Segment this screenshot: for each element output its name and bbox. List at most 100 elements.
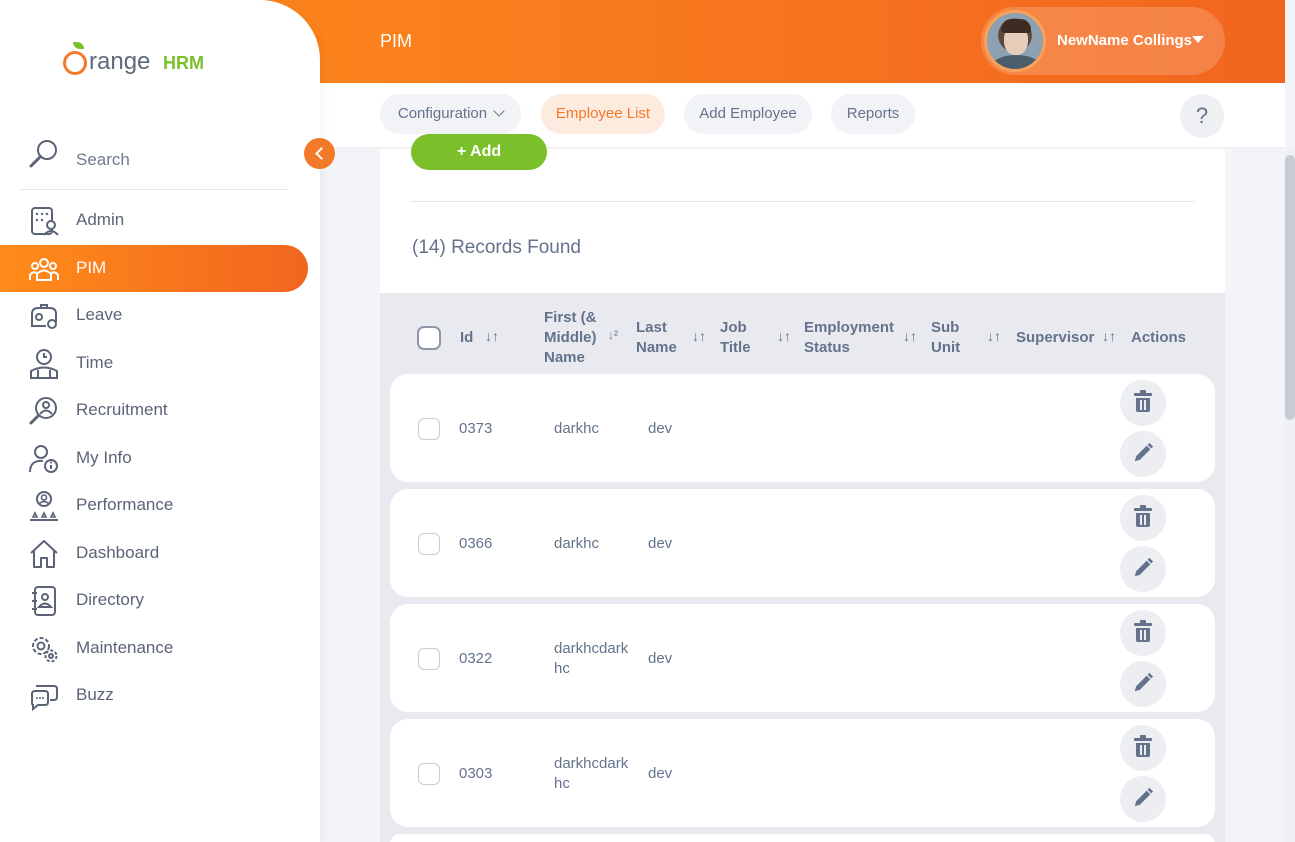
page-title: PIM (380, 31, 413, 51)
tab-employee-list[interactable]: Employee List (541, 94, 665, 134)
sidebar-item-label: Directory (76, 590, 145, 609)
sidebar-item-my-info[interactable]: My Info (0, 435, 308, 482)
sidebar-item-label: Recruitment (76, 400, 168, 419)
pim-icon (29, 258, 59, 281)
column-header-last-name[interactable]: Last Name (636, 318, 677, 358)
my-info-icon (29, 445, 58, 473)
time-icon (30, 349, 58, 379)
table-row[interactable]: 0322 darkhcdark hc dev (390, 604, 1215, 712)
divider (410, 201, 1195, 202)
edit-button[interactable] (1120, 776, 1166, 822)
sidebar-item-label: Maintenance (76, 638, 174, 657)
user-menu-dropdown[interactable]: NewName Collings (981, 7, 1225, 75)
employee-last-name: dev (648, 535, 673, 552)
tab-add-employee[interactable]: Add Employee (684, 94, 812, 134)
pencil-icon (1134, 557, 1154, 577)
sidebar-item-label: Buzz (76, 685, 114, 704)
row-checkbox[interactable] (418, 418, 440, 440)
tab-employee-list-label: Employee List (555, 105, 651, 122)
sidebar-search[interactable]: Search (20, 132, 288, 190)
sort-icon[interactable]: ↓↑ (485, 328, 499, 344)
employee-last-name: dev (648, 650, 673, 667)
column-header-employment-status[interactable]: Employment Status (804, 318, 894, 358)
sort-icon[interactable]: ↓↑ (987, 328, 1001, 344)
sidebar-item-recruitment[interactable]: Recruitment (0, 387, 308, 434)
records-panel: + Add (14) Records Found (380, 134, 1225, 293)
delete-button[interactable] (1120, 725, 1166, 771)
edit-button[interactable] (1120, 431, 1166, 477)
table-row[interactable]: 0373 darkhc dev (390, 374, 1215, 482)
records-found-count: (14) Records Found (412, 237, 581, 258)
employee-first-name: darkhcdark hc (554, 755, 629, 792)
column-header-id[interactable]: Id (460, 328, 473, 348)
employee-id: 0303 (459, 765, 493, 782)
sidebar-item-label: Time (76, 353, 114, 372)
add-employee-button[interactable]: + Add (411, 134, 547, 170)
leave-icon (31, 304, 57, 329)
help-button[interactable]: ? (1180, 94, 1224, 138)
employee-last-name: dev (648, 765, 673, 782)
employee-first-name: darkhcdark hc (554, 640, 629, 677)
tab-configuration[interactable]: Configuration (380, 94, 521, 134)
buzz-icon (31, 685, 58, 712)
row-checkbox[interactable] (418, 648, 440, 670)
sidebar-item-label: Dashboard (76, 543, 160, 562)
edit-button[interactable] (1120, 546, 1166, 592)
edit-button[interactable] (1120, 661, 1166, 707)
trash-icon (1134, 390, 1152, 412)
sidebar-item-leave[interactable]: Leave (0, 292, 308, 339)
column-header-job-title[interactable]: Job Title (720, 318, 751, 358)
table-header: Id ↓↑ First (& Middle) Name ↓² Last Name… (380, 293, 1225, 375)
employee-last-name: dev (648, 420, 673, 437)
search-icon (29, 140, 57, 168)
row-checkbox[interactable] (418, 533, 440, 555)
home-icon (30, 540, 58, 568)
table-row[interactable]: 0303 darkhcdark hc dev (390, 719, 1215, 827)
column-header-sub-unit[interactable]: Sub Unit (931, 318, 960, 358)
sidebar-item-pim[interactable]: PIM (0, 245, 308, 292)
performance-icon (30, 491, 58, 521)
sidebar-item-performance[interactable]: Performance (0, 482, 308, 529)
sort-icon[interactable]: ↓↑ (903, 328, 917, 344)
directory-icon (32, 586, 56, 616)
employee-id: 0373 (459, 420, 493, 437)
column-header-actions: Actions (1131, 329, 1187, 346)
tab-add-employee-label: Add Employee (699, 105, 797, 122)
employee-id: 0322 (459, 650, 493, 667)
sidebar-item-maintenance[interactable]: Maintenance (0, 625, 308, 672)
sidebar: range HRM Search Admin PIM Leave Time Re… (0, 0, 320, 842)
column-header-first-name[interactable]: First (& Middle) Name (544, 308, 597, 368)
pencil-icon (1134, 442, 1154, 462)
sidebar-item-label: Performance (76, 495, 174, 514)
sort-icon[interactable]: ↓↑ (692, 328, 706, 344)
sidebar-item-admin[interactable]: Admin (0, 197, 308, 244)
scrollbar-thumb[interactable] (1285, 155, 1295, 420)
gear-icon (32, 637, 58, 663)
sidebar-item-dashboard[interactable]: Dashboard (0, 530, 308, 577)
admin-icon (31, 207, 59, 236)
table-row[interactable]: 0366 darkhc dev (390, 489, 1215, 597)
sort-icon[interactable]: ↓↑ (1102, 328, 1116, 344)
employee-first-name: darkhc (554, 535, 600, 552)
user-avatar (984, 10, 1046, 72)
tab-configuration-label: Configuration (397, 105, 488, 122)
sort-ascending-icon[interactable]: ↓² (608, 328, 618, 342)
employee-first-name: darkhc (554, 420, 600, 437)
table-row[interactable] (390, 834, 1215, 842)
delete-button[interactable] (1120, 380, 1166, 426)
sidebar-item-buzz[interactable]: Buzz (0, 672, 308, 719)
column-header-supervisor[interactable]: Supervisor (1016, 328, 1094, 348)
delete-button[interactable] (1120, 495, 1166, 541)
row-checkbox[interactable] (418, 763, 440, 785)
sidebar-collapse-button[interactable] (304, 138, 335, 169)
sort-icon[interactable]: ↓↑ (777, 328, 791, 344)
sidebar-item-label: PIM (76, 258, 107, 277)
select-all-checkbox[interactable] (417, 326, 441, 350)
delete-button[interactable] (1120, 610, 1166, 656)
sidebar-item-time[interactable]: Time (0, 340, 308, 387)
tab-reports[interactable]: Reports (831, 94, 915, 134)
trash-icon (1134, 735, 1152, 757)
sidebar-search-label: Search (76, 150, 130, 169)
sidebar-item-directory[interactable]: Directory (0, 577, 308, 624)
pencil-icon (1134, 672, 1154, 692)
